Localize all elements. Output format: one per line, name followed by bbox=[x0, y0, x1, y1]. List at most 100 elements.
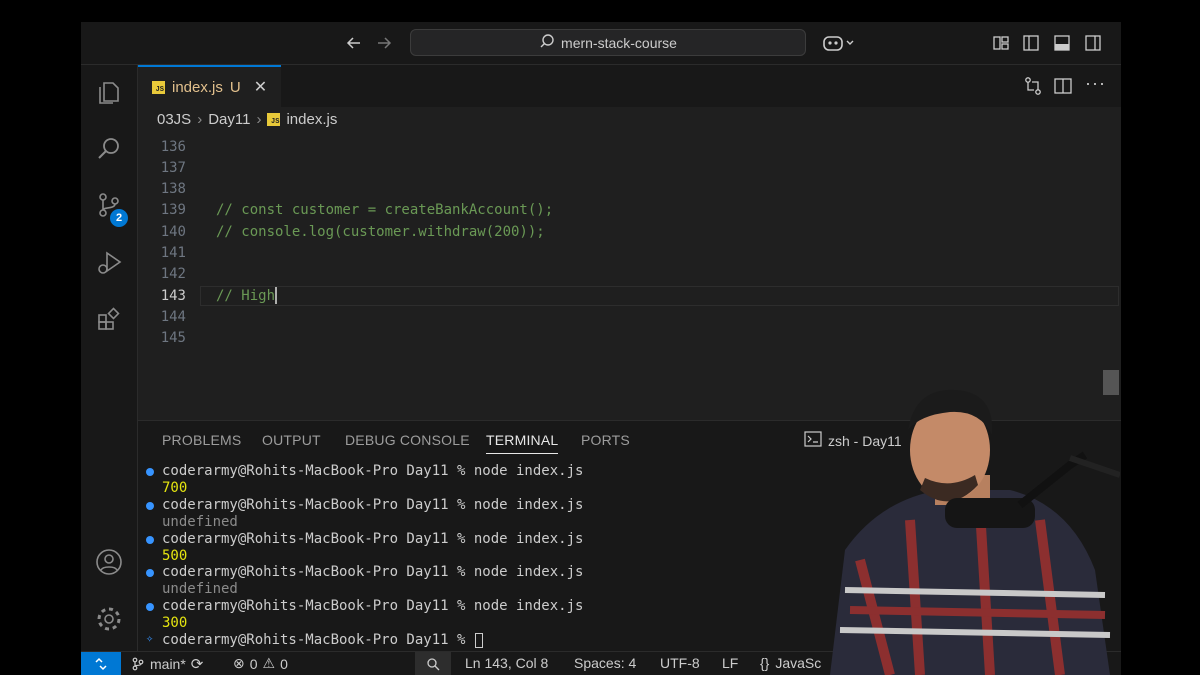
search-icon bbox=[539, 33, 555, 52]
code-line[interactable]: 136 bbox=[138, 136, 1121, 157]
copilot-icon[interactable] bbox=[820, 31, 858, 55]
command-center-search[interactable]: mern-stack-course bbox=[410, 29, 806, 56]
search-text: mern-stack-course bbox=[561, 34, 677, 51]
command-status-dot[interactable] bbox=[146, 501, 154, 510]
code-text: // High bbox=[216, 287, 276, 304]
close-icon[interactable]: ✕ bbox=[254, 77, 267, 97]
command-status-dot[interactable] bbox=[146, 569, 154, 578]
terminal-command: coderarmy@Rohits-MacBook-Pro Day11 % bbox=[162, 632, 474, 648]
search-icon[interactable] bbox=[93, 133, 125, 165]
more-icon[interactable]: ··· bbox=[1085, 73, 1106, 94]
language-mode[interactable]: {} JavaSc bbox=[760, 655, 821, 671]
terminal-output-line: 500 bbox=[162, 547, 188, 564]
js-file-icon: JS bbox=[152, 80, 165, 94]
tab-problems[interactable]: PROBLEMS bbox=[162, 432, 241, 448]
chevron-right-icon: › bbox=[256, 111, 262, 128]
error-count: 0 bbox=[249, 655, 258, 672]
cursor-position[interactable]: Ln 143, Col 8 bbox=[465, 655, 548, 671]
language-label: JavaSc bbox=[775, 655, 822, 671]
encoding[interactable]: UTF-8 bbox=[660, 655, 700, 671]
line-number: 144 bbox=[160, 308, 186, 325]
terminal-cursor bbox=[474, 633, 483, 648]
compare-changes-icon[interactable] bbox=[1023, 76, 1043, 101]
zoom-icon[interactable] bbox=[415, 652, 451, 675]
arrow-left-icon[interactable] bbox=[342, 31, 366, 55]
panel-toggle-icon[interactable] bbox=[1050, 31, 1074, 55]
js-file-icon: JS bbox=[267, 113, 281, 126]
warning-icon: ⚠ bbox=[262, 655, 276, 671]
code-line[interactable]: 139 // const customer = createBankAccount… bbox=[138, 200, 1121, 221]
sparkle-icon[interactable]: ✧ bbox=[146, 631, 154, 645]
terminal-output-line: undefined bbox=[162, 513, 238, 530]
line-number: 140 bbox=[160, 223, 186, 240]
code-line[interactable]: 145 bbox=[138, 328, 1121, 349]
layout-icon[interactable] bbox=[989, 31, 1013, 55]
line-number: 143 bbox=[160, 287, 186, 304]
tab-index-js[interactable]: JS index.js U ✕ bbox=[138, 65, 281, 107]
webcam-presenter-image bbox=[830, 389, 1120, 675]
terminal-command: coderarmy@Rohits-MacBook-Pro Day11 % nod… bbox=[162, 530, 584, 547]
account-icon[interactable] bbox=[93, 546, 125, 578]
breadcrumb-item[interactable]: 03JS bbox=[157, 111, 191, 128]
sidebar-toggle-icon[interactable] bbox=[1019, 31, 1043, 55]
editor-tabs: JS index.js U ✕ ··· bbox=[138, 65, 1121, 108]
extensions-icon[interactable] bbox=[93, 303, 125, 335]
arrow-right-icon[interactable] bbox=[372, 31, 396, 55]
line-number: 138 bbox=[160, 181, 186, 198]
terminal-command: coderarmy@Rohits-MacBook-Pro Day11 % nod… bbox=[162, 496, 584, 513]
command-status-dot[interactable] bbox=[146, 603, 154, 612]
breadcrumb-item[interactable]: index.js bbox=[286, 111, 337, 128]
line-number: 137 bbox=[160, 159, 186, 176]
terminal-output-line: undefined bbox=[162, 581, 238, 598]
tab-status: U bbox=[229, 78, 241, 96]
line-number: 136 bbox=[160, 138, 186, 155]
line-number: 141 bbox=[160, 245, 186, 261]
command-status-dot[interactable] bbox=[146, 535, 154, 544]
code-line[interactable]: 144 bbox=[138, 306, 1121, 327]
line-number: 139 bbox=[160, 202, 186, 219]
breadcrumb-item[interactable]: Day11 bbox=[208, 111, 250, 128]
terminal-output-line: 700 bbox=[162, 479, 188, 496]
problems-status[interactable]: ⊗ 0 ⚠ 0 bbox=[233, 655, 288, 672]
line-number: 145 bbox=[160, 330, 186, 347]
branch-icon bbox=[132, 657, 144, 671]
tab-output[interactable]: OUTPUT bbox=[262, 432, 321, 448]
code-line[interactable]: 143 // High bbox=[138, 285, 1121, 306]
tab-label: index.js bbox=[172, 78, 223, 96]
indentation[interactable]: Spaces: 4 bbox=[574, 655, 636, 671]
end-of-line[interactable]: LF bbox=[722, 655, 738, 671]
branch-status[interactable]: main* ⟳ bbox=[131, 655, 203, 673]
tab-debug-console[interactable]: DEBUG CONSOLE bbox=[345, 432, 470, 448]
error-icon: ⊗ bbox=[233, 655, 245, 671]
title-bar: mern-stack-course bbox=[81, 22, 1121, 65]
braces-icon: {} bbox=[760, 655, 770, 671]
terminal-output-line: 300 bbox=[162, 615, 188, 632]
command-status-dot[interactable] bbox=[146, 468, 154, 476]
code-line[interactable]: 138 bbox=[138, 179, 1121, 200]
code-editor[interactable]: 136 137 138 139 // const customer = createBa… bbox=[138, 135, 1121, 420]
remote-icon[interactable] bbox=[81, 652, 121, 675]
tab-terminal[interactable]: TERMINAL bbox=[486, 432, 559, 454]
tab-ports[interactable]: PORTS bbox=[581, 432, 630, 448]
explorer-icon[interactable] bbox=[93, 77, 125, 109]
line-number: 142 bbox=[160, 266, 186, 283]
source-control-badge: 2 bbox=[110, 209, 128, 227]
branch-name: main* bbox=[150, 656, 186, 672]
warning-count: 0 bbox=[280, 655, 288, 672]
secondary-sidebar-icon[interactable] bbox=[1081, 31, 1105, 55]
split-editor-icon[interactable] bbox=[1053, 76, 1073, 101]
code-line[interactable]: 142 bbox=[138, 264, 1121, 285]
code-line[interactable]: 140 // console.log(customer.withdraw(200)… bbox=[138, 221, 1121, 242]
breadcrumb: 03JS › Day11 › JS index.js bbox=[138, 107, 1121, 132]
terminal-command: coderarmy@Rohits-MacBook-Pro Day11 % nod… bbox=[162, 463, 584, 479]
code-line[interactable]: 141 bbox=[138, 243, 1121, 264]
text-cursor bbox=[275, 287, 278, 305]
terminal-command: coderarmy@Rohits-MacBook-Pro Day11 % nod… bbox=[162, 598, 584, 615]
code-line[interactable]: 137 bbox=[138, 157, 1121, 178]
settings-icon[interactable] bbox=[93, 603, 125, 635]
run-debug-icon[interactable] bbox=[93, 247, 125, 279]
chevron-right-icon: › bbox=[197, 111, 203, 128]
activity-bar: 2 bbox=[81, 65, 138, 651]
code-text: // console.log(customer.withdraw(200)); bbox=[216, 223, 545, 240]
sync-icon[interactable]: ⟳ bbox=[191, 655, 204, 673]
